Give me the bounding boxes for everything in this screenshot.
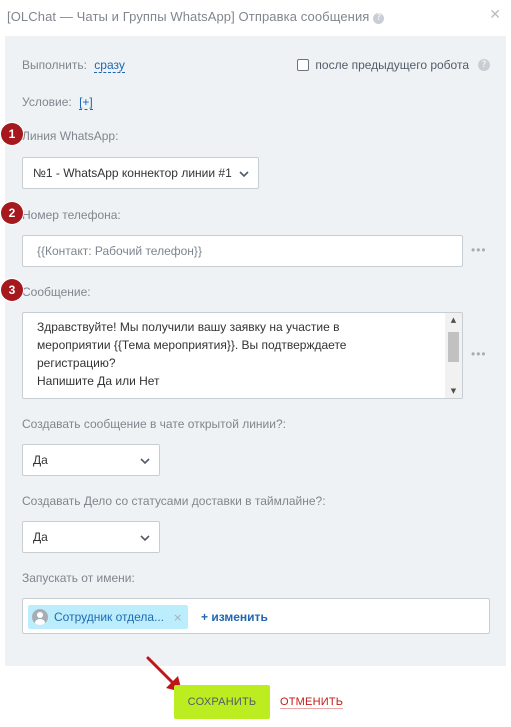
user-tag: Сотрудник отдела... × <box>28 605 189 629</box>
phone-input[interactable]: {{Контакт: Рабочий телефон}} <box>22 235 463 267</box>
create-deal-select[interactable]: Да <box>22 521 160 553</box>
close-icon[interactable]: ✕ <box>489 7 501 23</box>
cancel-button[interactable]: ОТМЕНИТЬ <box>280 696 344 709</box>
message-textarea[interactable]: Здравствуйте! Мы получили вашу заявку на… <box>22 312 463 399</box>
scroll-up-arrow-icon[interactable]: ▲ <box>445 313 462 327</box>
remove-user-icon[interactable]: × <box>173 611 182 624</box>
create-deal-selected: Да <box>33 530 48 544</box>
scroll-down-arrow-icon[interactable]: ▼ <box>445 384 462 398</box>
execute-label: Выполнить: <box>22 58 87 72</box>
condition-row: Условие: [+] <box>22 95 93 110</box>
help-icon[interactable]: ? <box>478 59 490 71</box>
step-badge: 2 <box>1 202 23 224</box>
save-button[interactable]: СОХРАНИТЬ <box>174 685 270 719</box>
step-badge: 1 <box>1 123 23 145</box>
run-as-user-field[interactable]: Сотрудник отдела... × + изменить <box>22 598 490 634</box>
settings-panel: Выполнить: сразу после предыдущего робот… <box>5 36 506 666</box>
message-label: Сообщение: <box>22 285 91 299</box>
run-as-label: Запускать от имени: <box>22 571 135 585</box>
create-in-chat-label: Создавать сообщение в чате открытой лини… <box>22 417 286 431</box>
phone-insert-value-button[interactable]: ••• <box>471 243 487 257</box>
message-line: Здравствуйте! Мы получили вашу заявку на… <box>37 320 340 334</box>
dialog-title-text: [OLChat — Чаты и Группы WhatsApp] Отправ… <box>7 9 370 24</box>
create-in-chat-select[interactable]: Да <box>22 444 160 476</box>
scrollbar-thumb[interactable] <box>448 332 459 362</box>
message-scrollbar[interactable]: ▲ ▼ <box>445 313 462 398</box>
after-previous-robot-checkbox[interactable] <box>297 59 310 71</box>
line-label: Линия WhatsApp: <box>22 129 119 143</box>
chevron-down-icon <box>140 535 150 542</box>
message-insert-value-button[interactable]: ••• <box>471 347 487 361</box>
whatsapp-line-selected: №1 - WhatsApp коннектор линии #1 <box>33 166 232 180</box>
whatsapp-line-select[interactable]: №1 - WhatsApp коннектор линии #1 <box>22 157 259 189</box>
dialog-header: [OLChat — Чаты и Группы WhatsApp] Отправ… <box>0 0 511 34</box>
execute-timing-link[interactable]: сразу <box>94 58 125 73</box>
chevron-down-icon <box>140 458 150 465</box>
after-previous-robot-option: после предыдущего робота ? <box>297 58 490 72</box>
user-tag-name: Сотрудник отдела... <box>54 610 165 624</box>
execute-row: Выполнить: сразу <box>22 58 125 73</box>
change-user-link[interactable]: + изменить <box>201 610 268 624</box>
help-icon[interactable]: ? <box>373 13 385 24</box>
message-line: Напишите Да или Нет <box>37 374 160 388</box>
phone-label: Номер телефона: <box>22 208 121 222</box>
step-badge: 3 <box>1 279 23 301</box>
create-deal-label: Создавать Дело со статусами доставки в т… <box>22 494 326 508</box>
condition-label: Условие: <box>22 95 72 109</box>
avatar-icon <box>32 609 48 625</box>
create-in-chat-selected: Да <box>33 453 48 467</box>
chevron-down-icon <box>239 171 249 178</box>
message-line: регистрацию? <box>37 356 116 370</box>
add-condition-link[interactable]: [+] <box>79 95 93 110</box>
message-line: мероприятии {{Тема мероприятия}}. Вы под… <box>37 338 347 352</box>
dialog-title: [OLChat — Чаты и Группы WhatsApp] Отправ… <box>7 9 385 24</box>
after-previous-robot-label[interactable]: после предыдущего робота <box>315 58 469 72</box>
